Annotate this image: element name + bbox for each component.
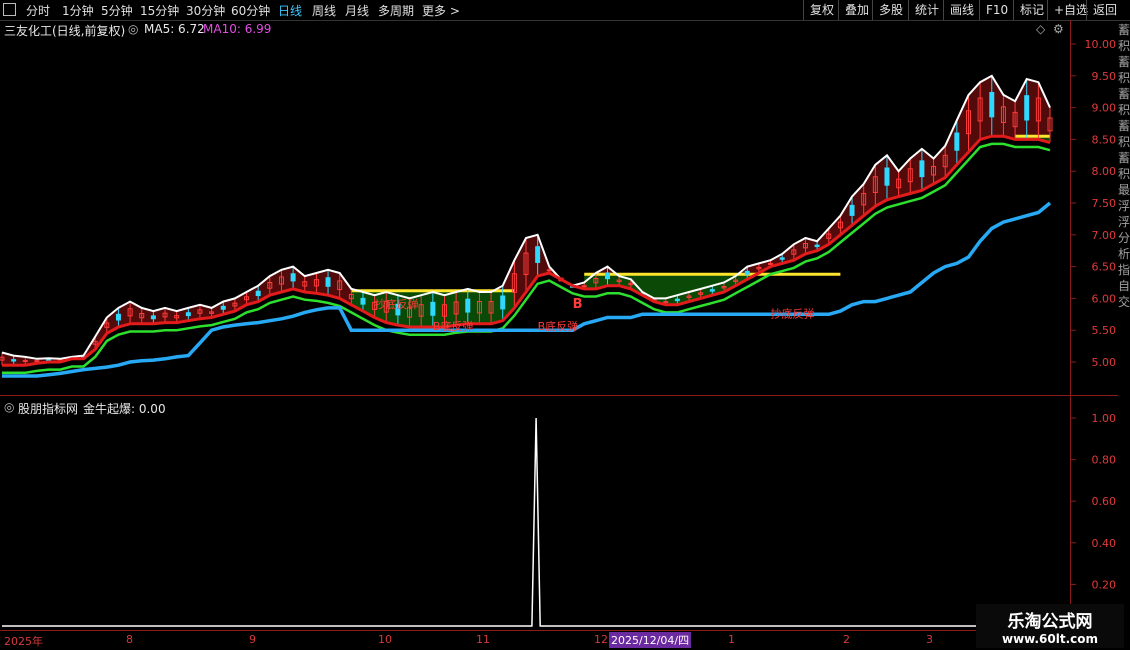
candle-body [814, 244, 820, 248]
date-label: 12 [594, 633, 608, 646]
candle-body [849, 204, 855, 216]
side-info-panel: 蓄积蓄积蓄积蓄积蓄积最浮浮分析指自交 [1118, 23, 1130, 309]
main-price-chart: 抄底反弹 B底反弹 B底反弹 B 抄底反弹 [0, 74, 1053, 378]
candle-body [779, 257, 785, 260]
candle-body [430, 301, 436, 316]
candle-body [674, 298, 680, 302]
chart-canvas: 抄底反弹 B底反弹 B底反弹 B 抄底反弹 10.00 9.50 9.00 8.50 8.00 7… [0, 38, 1116, 627]
candle-body [465, 298, 471, 313]
cursor-date-highlight: 2025/12/04/四 [609, 632, 692, 648]
date-label: 10 [378, 633, 392, 646]
signal-annotation: 抄底反弹 [375, 297, 419, 311]
candle-body [605, 272, 611, 280]
signal-annotation: B底反弹 [433, 319, 474, 333]
date-axis: 2025年 8 9 10 11 12 2025/12/04/四 1 2 3 [0, 630, 1070, 649]
candle-body [884, 167, 890, 186]
date-label: 11 [476, 633, 490, 646]
price-tick-label: 8.50 [1092, 133, 1117, 146]
candle-body [325, 277, 331, 287]
date-label: 2025年 [4, 635, 43, 648]
date-label: 8 [126, 633, 133, 646]
candle-body [150, 315, 156, 320]
site-watermark-logo: 乐淘公式网 www.60lt.com [976, 604, 1124, 648]
price-axis: 10.00 9.50 9.00 8.50 8.00 7.50 7.00 6.50 6.00 5.5… [1070, 38, 1116, 591]
candle-body [22, 360, 28, 363]
indicator-tick-label: 0.80 [1092, 454, 1117, 467]
date-label: 2 [843, 633, 850, 646]
price-tick-label: 5.00 [1092, 356, 1117, 369]
date-label: 1 [728, 633, 735, 646]
candle-body [220, 305, 226, 310]
price-tick-label: 5.50 [1092, 324, 1117, 337]
price-tick-label: 7.00 [1092, 229, 1117, 242]
candle-body [34, 360, 40, 363]
candle-body [768, 262, 774, 265]
candle-body [185, 312, 191, 317]
indicator-tick-label: 0.40 [1092, 537, 1117, 550]
candle-body [290, 273, 296, 282]
signal-annotation: 抄底反弹 [771, 306, 815, 320]
price-tick-label: 6.00 [1092, 292, 1117, 305]
candle-body [11, 359, 17, 362]
indicator-tick-label: 0.60 [1092, 495, 1117, 508]
price-tick-label: 7.50 [1092, 197, 1117, 210]
date-label: 3 [926, 633, 933, 646]
price-tick-label: 9.50 [1092, 70, 1117, 83]
candle-body [535, 246, 541, 263]
indicator-tick-label: 0.20 [1092, 578, 1117, 591]
jinniu-indicator-line [2, 417, 1066, 627]
candle-body [989, 91, 995, 118]
candle-body [255, 290, 261, 297]
candle-body [546, 269, 552, 272]
price-tick-label: 10.00 [1085, 38, 1117, 51]
candle-body [709, 289, 715, 292]
indicator-chart [2, 417, 1066, 627]
price-tick-label: 8.00 [1092, 165, 1117, 178]
signal-annotation: B底反弹 [538, 319, 579, 333]
price-tick-label: 9.00 [1092, 102, 1117, 115]
candle-body [663, 301, 669, 304]
candle-body [1024, 95, 1030, 121]
candle-body [115, 313, 121, 321]
indicator-tick-label: 1.00 [1092, 412, 1117, 425]
candle-body [954, 132, 960, 151]
buy-signal-marker: B [573, 297, 583, 312]
candle-body [360, 297, 366, 305]
candle-body [500, 295, 506, 310]
price-tick-label: 6.50 [1092, 261, 1117, 274]
watermark-url: www.60lt.com [1001, 632, 1099, 646]
candle-body [581, 285, 587, 288]
candle-body [744, 270, 750, 275]
candle-body [919, 160, 925, 178]
watermark-title: 乐淘公式网 [1007, 612, 1093, 632]
date-label: 9 [249, 633, 256, 646]
